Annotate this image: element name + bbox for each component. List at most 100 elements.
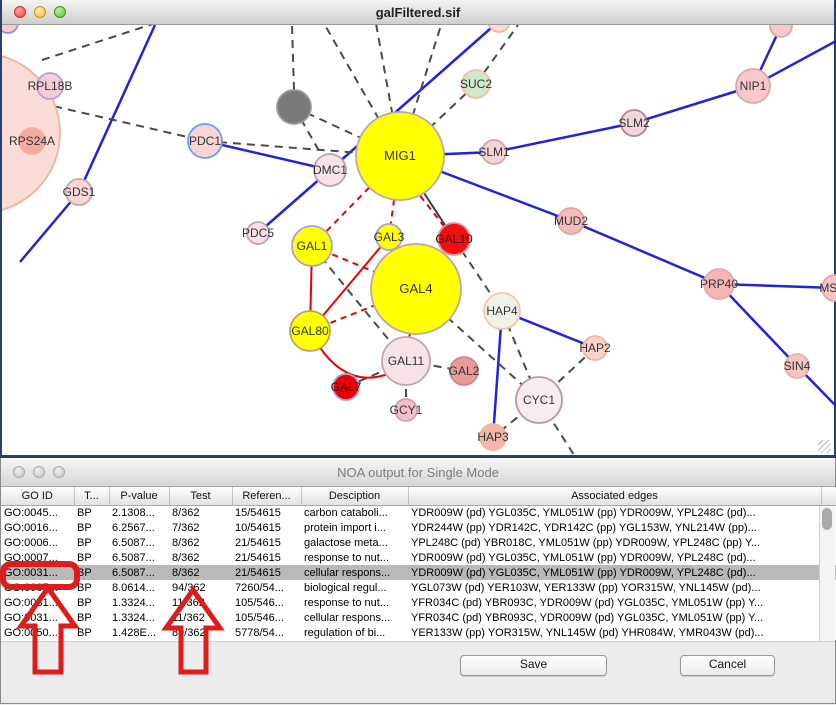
node-hap2[interactable]: HAP2 <box>579 336 611 360</box>
node-hap4[interactable]: HAP4 <box>484 293 520 329</box>
noa-footer: Save Cancel <box>1 642 835 705</box>
cell-test: 8/362 <box>169 550 232 565</box>
node-label: GAL80 <box>291 324 329 338</box>
node-cyc1[interactable]: CYC1 <box>516 377 562 423</box>
node-label: GAL11 <box>388 354 425 368</box>
node-label: GDS1 <box>63 185 96 199</box>
cell-description: response to nut... <box>301 595 408 610</box>
table-row-8[interactable]: GO:0031...BP1.3324...11/362105/546...cel… <box>1 610 836 625</box>
cell-reference: 5778/54... <box>232 625 301 640</box>
cell-description: biological regul... <box>301 580 408 595</box>
node-label: NIP1 <box>740 79 767 93</box>
node-gal11[interactable]: GAL11 <box>382 337 430 385</box>
cell-description: response to nut... <box>301 550 408 565</box>
cell-test: 94/362 <box>169 580 232 595</box>
scrollbar-thumb[interactable] <box>822 508 832 530</box>
cell-associated-edges: YER133W (pp) YOR315W, YNL145W (pd) YHR08… <box>408 625 821 640</box>
column-header-associated-edges[interactable]: Associated edges <box>408 487 821 505</box>
minimize-button-icon[interactable] <box>33 466 45 478</box>
node-mig1[interactable]: MIG1 <box>356 112 444 200</box>
node-sin4[interactable]: SIN4 <box>784 354 811 378</box>
table-row-7[interactable]: GO:0031...BP1.3324...11/362105/546...res… <box>1 595 836 610</box>
node-label: GAL3 <box>374 230 405 244</box>
node-slm1[interactable]: SLM1 <box>478 140 510 164</box>
node-prp40[interactable]: PRP40 <box>700 269 738 299</box>
cell-type: BP <box>74 565 109 580</box>
edge-blue <box>571 221 719 284</box>
vertical-scrollbar[interactable] <box>819 506 835 641</box>
node-slm2[interactable]: SLM2 <box>618 110 650 136</box>
node-suc2[interactable]: SUC2 <box>460 70 492 98</box>
node-gal1[interactable]: GAL1 <box>292 226 332 266</box>
node-label: PDC1 <box>189 134 221 148</box>
node-gal4[interactable]: GAL4 <box>371 244 461 334</box>
network-canvas[interactable]: RPL18BRPS24AGDS1PDC1MIG1SUC2SLM1DMC1SLM2… <box>2 0 836 458</box>
node-gal7[interactable]: GAL7 <box>331 374 362 400</box>
cell-go-id: GO:0050... <box>1 625 74 640</box>
node-pdc5[interactable]: PDC5 <box>242 222 274 244</box>
cancel-button[interactable]: Cancel <box>680 655 775 676</box>
node-unlabeled[interactable] <box>277 90 311 124</box>
network-titlebar[interactable]: galFiltered.sif <box>2 0 834 25</box>
column-header-go-id[interactable]: GO ID <box>1 487 74 505</box>
column-header-p-value[interactable]: P-value <box>109 487 169 505</box>
node-label: SUC2 <box>460 77 492 91</box>
column-header-referen-[interactable]: Referen... <box>232 487 301 505</box>
node-gal10[interactable]: GAL10 <box>435 223 473 255</box>
table-row-2[interactable]: GO:0016...BP6.2567...7/36210/54615protei… <box>1 520 836 535</box>
zoom-button-icon[interactable] <box>54 6 66 18</box>
node-nip1[interactable]: NIP1 <box>736 69 770 103</box>
noa-titlebar[interactable]: NOA output for Single Mode <box>1 458 835 487</box>
edge-blue <box>634 86 753 123</box>
column-header-t-[interactable]: T... <box>74 487 109 505</box>
cell-associated-edges: YDR244W (pp) YDR142C, YDR142C (pp) YGL15… <box>408 520 821 535</box>
node-pdc1[interactable]: PDC1 <box>188 124 222 158</box>
node-gal80[interactable]: GAL80 <box>290 311 330 351</box>
noa-window-title: NOA output for Single Mode <box>1 465 835 480</box>
column-header-filler[interactable] <box>821 487 836 505</box>
save-button[interactable]: Save <box>460 655 607 676</box>
results-table-wrap: GO IDT...P-valueTestReferen...Desciption… <box>1 487 835 642</box>
table-row-1[interactable]: GO:0045...BP2.1308...8/36215/54615carbon… <box>1 505 836 520</box>
close-button-icon[interactable] <box>13 466 25 478</box>
column-header-desciption[interactable]: Desciption <box>301 487 408 505</box>
table-row-6[interactable]: GO:0065...BP8.0614...94/3627260/54...bio… <box>1 580 836 595</box>
node-label: GCY1 <box>390 403 423 417</box>
table-row-9[interactable]: GO:0050...BP1.428E...80/3625778/54...reg… <box>1 625 836 640</box>
node-msl1[interactable]: MSL1 <box>819 275 836 301</box>
edge-blue <box>719 284 797 366</box>
cell-associated-edges: YFR034C (pd) YBR093C, YDR009W (pd) YGL03… <box>408 595 821 610</box>
cell-p-value: 6.5087... <box>109 550 169 565</box>
node-label: SLM2 <box>618 116 650 130</box>
node-gal2[interactable]: GAL2 <box>449 357 480 385</box>
column-header-test[interactable]: Test <box>169 487 232 505</box>
cell-associated-edges: YFR034C (pd) YBR093C, YDR009W (pd) YGL03… <box>408 610 821 625</box>
cell-p-value: 1.3324... <box>109 610 169 625</box>
cell-test: 11/362 <box>169 610 232 625</box>
node-label: GAL10 <box>435 232 473 246</box>
node-gcy1[interactable]: GCY1 <box>390 399 423 421</box>
cell-type: BP <box>74 580 109 595</box>
cell-reference: 105/546... <box>232 595 301 610</box>
node-label: SLM1 <box>478 145 510 159</box>
table-row-3[interactable]: GO:0006...BP6.5087...8/36221/54615galact… <box>1 535 836 550</box>
cell-associated-edges: YDR009W (pd) YGL035C, YML051W (pp) YDR00… <box>408 565 821 580</box>
node-gds1[interactable]: GDS1 <box>63 179 96 205</box>
cell-p-value: 8.0614... <box>109 580 169 595</box>
node-label: MUD2 <box>554 214 588 228</box>
node-label: HAP2 <box>579 341 611 355</box>
node-label: DMC1 <box>313 163 347 177</box>
node-mud2[interactable]: MUD2 <box>554 208 588 234</box>
zoom-button-icon[interactable] <box>53 466 65 478</box>
table-row-5[interactable]: GO:0031...BP6.5087...8/36221/54615cellul… <box>1 565 836 580</box>
minimize-button-icon[interactable] <box>34 6 46 18</box>
table-row-4[interactable]: GO:0007...BP6.5087...8/36221/54615respon… <box>1 550 836 565</box>
close-button-icon[interactable] <box>14 6 26 18</box>
cell-description: protein import i... <box>301 520 408 535</box>
cell-p-value: 2.1308... <box>109 505 169 520</box>
cell-go-id: GO:0065... <box>1 580 74 595</box>
node-label: PDC5 <box>242 226 274 240</box>
node-dmc1[interactable]: DMC1 <box>313 154 347 186</box>
resize-grip-icon[interactable] <box>818 440 831 453</box>
cell-type: BP <box>74 610 109 625</box>
